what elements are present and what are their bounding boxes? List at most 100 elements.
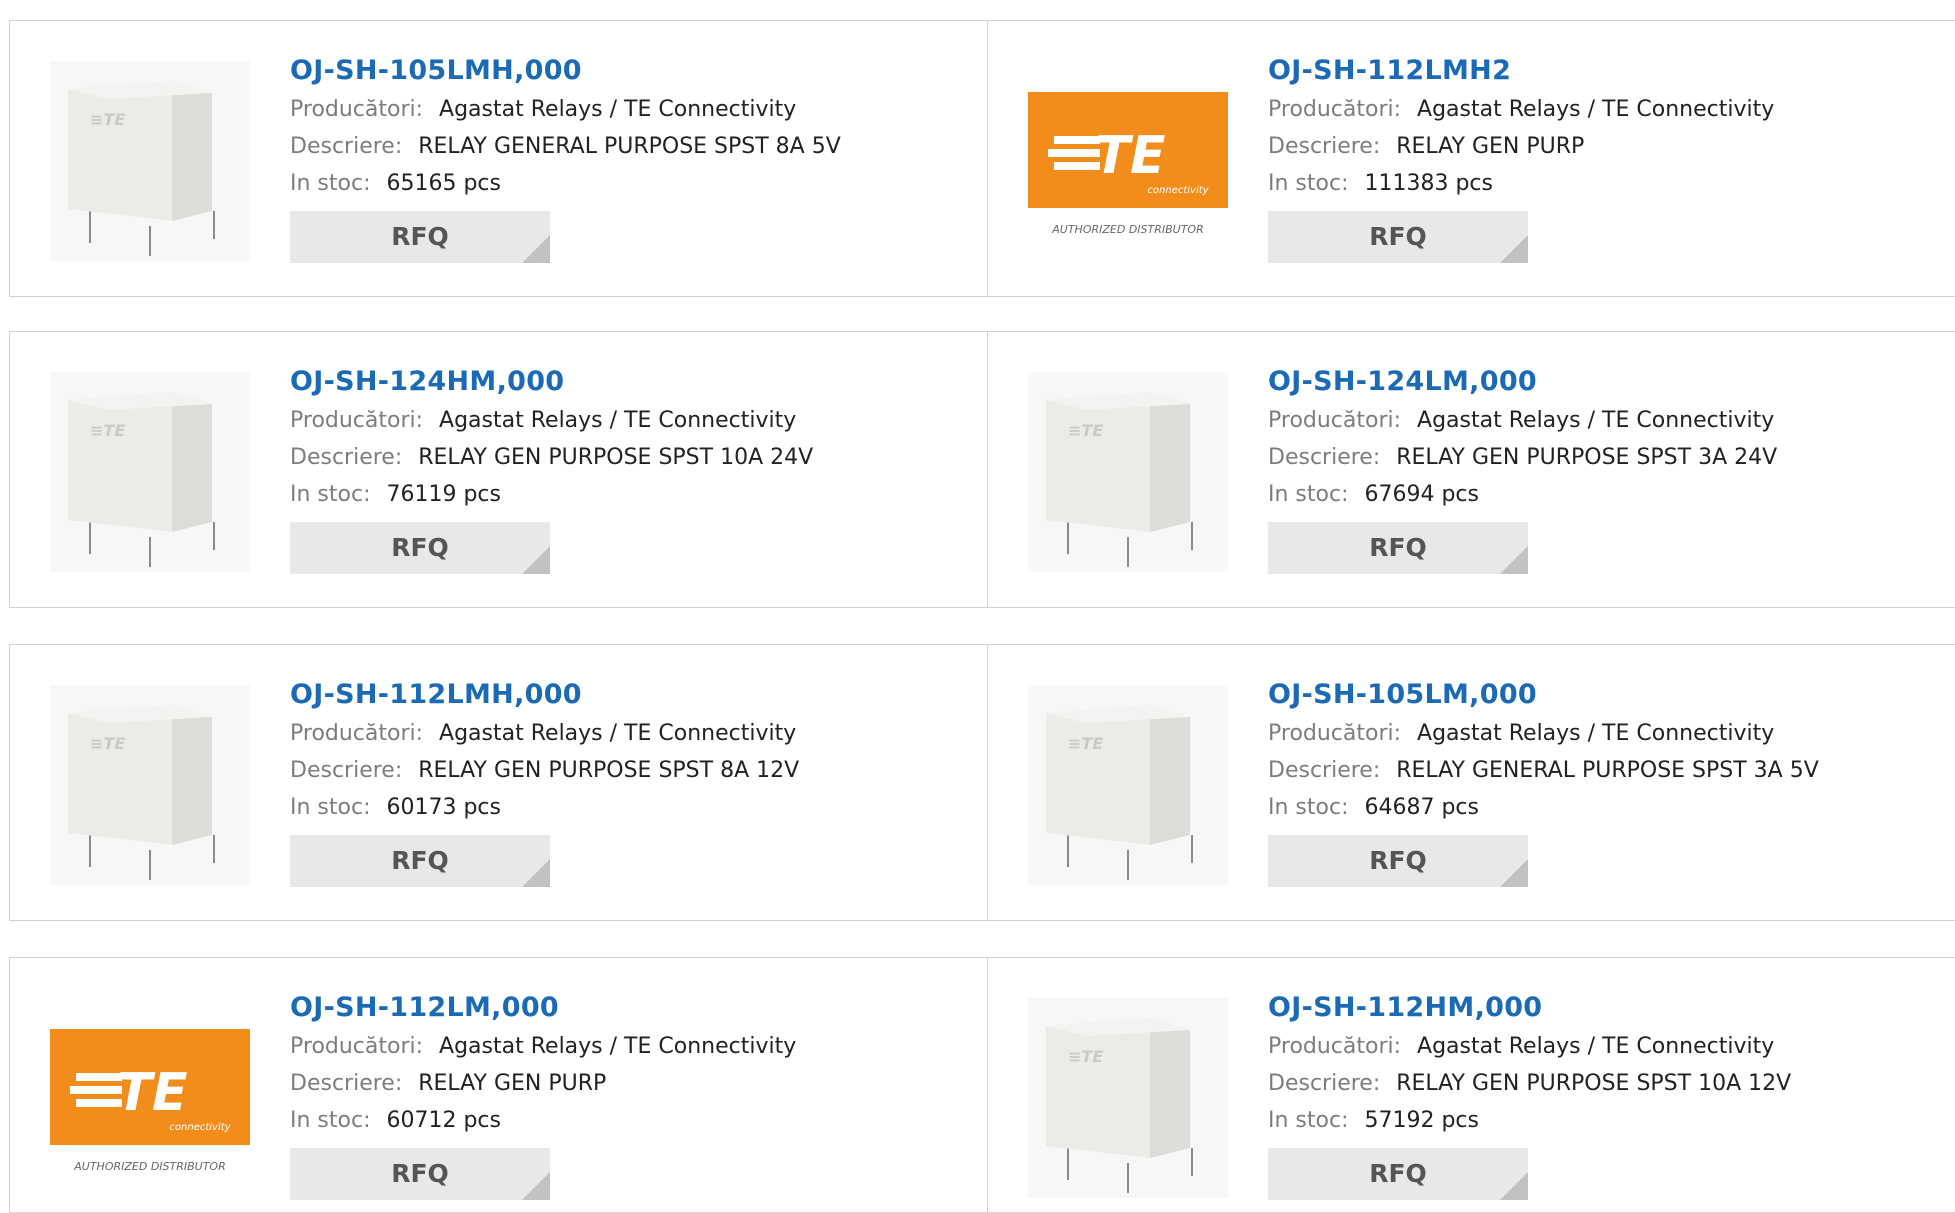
corner-decoration (1500, 1172, 1528, 1200)
relay-image[interactable]: ≡TE (50, 685, 250, 885)
stock-label: In stoc: (1268, 1108, 1349, 1133)
relay-image[interactable]: ≡TE (50, 372, 250, 572)
description-label: Descriere: (290, 445, 403, 470)
part-number-link[interactable]: OJ-SH-112LMH2 (1268, 51, 1774, 91)
stock-label: In stoc: (1268, 482, 1349, 507)
manufacturer-line: Producători: Agastat Relays / TE Connecti… (290, 91, 841, 128)
product-card: ≡TE OJ-SH-105LM,000 Producători: Agastat R… (988, 645, 1955, 920)
manufacturer-line: Producători: Agastat Relays / TE Connecti… (1268, 91, 1774, 128)
product-row: TE connectivity AUTHORIZED DISTRIBUTOR O… (9, 957, 1955, 1213)
description-line: Descriere: RELAY GENERAL PURPOSE SPST 3A … (1268, 752, 1819, 789)
part-number-link[interactable]: OJ-SH-105LMH,000 (290, 51, 841, 91)
description-value: RELAY GEN PURPOSE SPST 10A 24V (418, 445, 814, 470)
corner-decoration (522, 235, 550, 263)
rfq-label: RFQ (391, 533, 449, 562)
product-card: TE connectivity AUTHORIZED DISTRIBUTOR O… (10, 958, 988, 1212)
stock-line: In stoc: 57192 pcs (1268, 1102, 1791, 1139)
stock-label: In stoc: (290, 171, 371, 196)
manufacturer-line: Producători: Agastat Relays / TE Connecti… (290, 715, 799, 752)
rfq-button[interactable]: RFQ (290, 1148, 550, 1200)
stock-label: In stoc: (1268, 795, 1349, 820)
te-logo-image[interactable]: TE connectivity AUTHORIZED DISTRIBUTOR (1028, 61, 1228, 261)
svg-text:≡TE: ≡TE (90, 421, 125, 440)
rfq-button[interactable]: RFQ (1268, 1148, 1528, 1200)
stock-value: 67694 pcs (1364, 482, 1479, 507)
part-number-link[interactable]: OJ-SH-124HM,000 (290, 362, 813, 402)
description-line: Descriere: RELAY GEN PURPOSE SPST 10A 24V (290, 439, 813, 476)
manufacturer-label: Producători: (290, 97, 424, 122)
stock-label: In stoc: (290, 1108, 371, 1133)
svg-text:connectivity: connectivity (1147, 185, 1209, 196)
description-label: Descriere: (290, 1071, 403, 1096)
rfq-button[interactable]: RFQ (290, 522, 550, 574)
rfq-button[interactable]: RFQ (290, 211, 550, 263)
description-value: RELAY GEN PURP (418, 1071, 607, 1096)
product-info: OJ-SH-124HM,000 Producători: Agastat Relay… (290, 362, 813, 574)
svg-text:AUTHORIZED DISTRIBUTOR: AUTHORIZED DISTRIBUTOR (73, 1160, 226, 1173)
stock-label: In stoc: (290, 795, 371, 820)
description-value: RELAY GENERAL PURPOSE SPST 3A 5V (1396, 758, 1819, 783)
rfq-button[interactable]: RFQ (1268, 211, 1528, 263)
svg-text:≡TE: ≡TE (90, 734, 125, 753)
corner-decoration (1500, 859, 1528, 887)
product-row: ≡TE OJ-SH-112LMH,000 Producători: Agastat … (9, 644, 1955, 921)
product-info: OJ-SH-124LM,000 Producători: Agastat Relay… (1268, 362, 1777, 574)
product-info: OJ-SH-105LMH,000 Producători: Agastat Rela… (290, 51, 841, 263)
part-number-link[interactable]: OJ-SH-105LM,000 (1268, 675, 1819, 715)
product-card: ≡TE OJ-SH-124LM,000 Producători: Agastat R… (988, 332, 1955, 607)
manufacturer-value: Agastat Relays / TE Connectivity (1417, 408, 1775, 433)
description-label: Descriere: (1268, 134, 1381, 159)
stock-line: In stoc: 64687 pcs (1268, 789, 1819, 826)
stock-line: In stoc: 67694 pcs (1268, 476, 1777, 513)
rfq-button[interactable]: RFQ (290, 835, 550, 887)
stock-line: In stoc: 111383 pcs (1268, 165, 1774, 202)
rfq-label: RFQ (1369, 846, 1427, 875)
description-label: Descriere: (1268, 445, 1381, 470)
svg-text:≡TE: ≡TE (90, 110, 125, 129)
manufacturer-label: Producători: (1268, 1034, 1402, 1059)
rfq-button[interactable]: RFQ (1268, 522, 1528, 574)
description-line: Descriere: RELAY GENERAL PURPOSE SPST 8A … (290, 128, 841, 165)
description-line: Descriere: RELAY GEN PURP (1268, 128, 1774, 165)
manufacturer-line: Producători: Agastat Relays / TE Connecti… (1268, 402, 1777, 439)
description-value: RELAY GEN PURPOSE SPST 3A 24V (1396, 445, 1778, 470)
manufacturer-value: Agastat Relays / TE Connectivity (1417, 1034, 1775, 1059)
rfq-button[interactable]: RFQ (1268, 835, 1528, 887)
te-wordmark: TE (117, 1063, 188, 1123)
relay-image[interactable]: ≡TE (1028, 372, 1228, 572)
product-card: ≡TE OJ-SH-124HM,000 Producători: Agastat R… (10, 332, 988, 607)
relay-image[interactable]: ≡TE (50, 61, 250, 261)
description-label: Descriere: (290, 134, 403, 159)
stock-line: In stoc: 65165 pcs (290, 165, 841, 202)
te-logo-image[interactable]: TE connectivity AUTHORIZED DISTRIBUTOR (50, 998, 250, 1198)
part-number-link[interactable]: OJ-SH-112LM,000 (290, 988, 796, 1028)
product-row: ≡TE OJ-SH-105LMH,000 Producători: Agastat … (9, 20, 1955, 297)
product-card: ≡TE OJ-SH-112LMH,000 Producători: Agastat … (10, 645, 988, 920)
manufacturer-value: Agastat Relays / TE Connectivity (439, 97, 797, 122)
description-value: RELAY GEN PURP (1396, 134, 1585, 159)
stock-label: In stoc: (290, 482, 371, 507)
description-line: Descriere: RELAY GEN PURPOSE SPST 8A 12V (290, 752, 799, 789)
stock-line: In stoc: 60173 pcs (290, 789, 799, 826)
part-number-link[interactable]: OJ-SH-124LM,000 (1268, 362, 1777, 402)
relay-image[interactable]: ≡TE (1028, 998, 1228, 1198)
svg-text:≡TE: ≡TE (1068, 734, 1103, 753)
stock-value: 65165 pcs (386, 171, 501, 196)
product-card: ≡TE OJ-SH-112HM,000 Producători: Agastat R… (988, 958, 1955, 1212)
product-info: OJ-SH-112LMH2 Producători: Agastat Relays … (1268, 51, 1774, 263)
te-wordmark: TE (1095, 126, 1166, 186)
manufacturer-label: Producători: (1268, 97, 1402, 122)
part-number-link[interactable]: OJ-SH-112LMH,000 (290, 675, 799, 715)
part-number-link[interactable]: OJ-SH-112HM,000 (1268, 988, 1791, 1028)
corner-decoration (1500, 235, 1528, 263)
relay-image[interactable]: ≡TE (1028, 685, 1228, 885)
manufacturer-line: Producători: Agastat Relays / TE Connecti… (1268, 715, 1819, 752)
manufacturer-label: Producători: (290, 721, 424, 746)
manufacturer-label: Producători: (1268, 408, 1402, 433)
rfq-label: RFQ (1369, 1159, 1427, 1188)
rfq-label: RFQ (391, 846, 449, 875)
corner-decoration (1500, 546, 1528, 574)
manufacturer-value: Agastat Relays / TE Connectivity (1417, 721, 1775, 746)
manufacturer-value: Agastat Relays / TE Connectivity (439, 408, 797, 433)
stock-value: 64687 pcs (1364, 795, 1479, 820)
